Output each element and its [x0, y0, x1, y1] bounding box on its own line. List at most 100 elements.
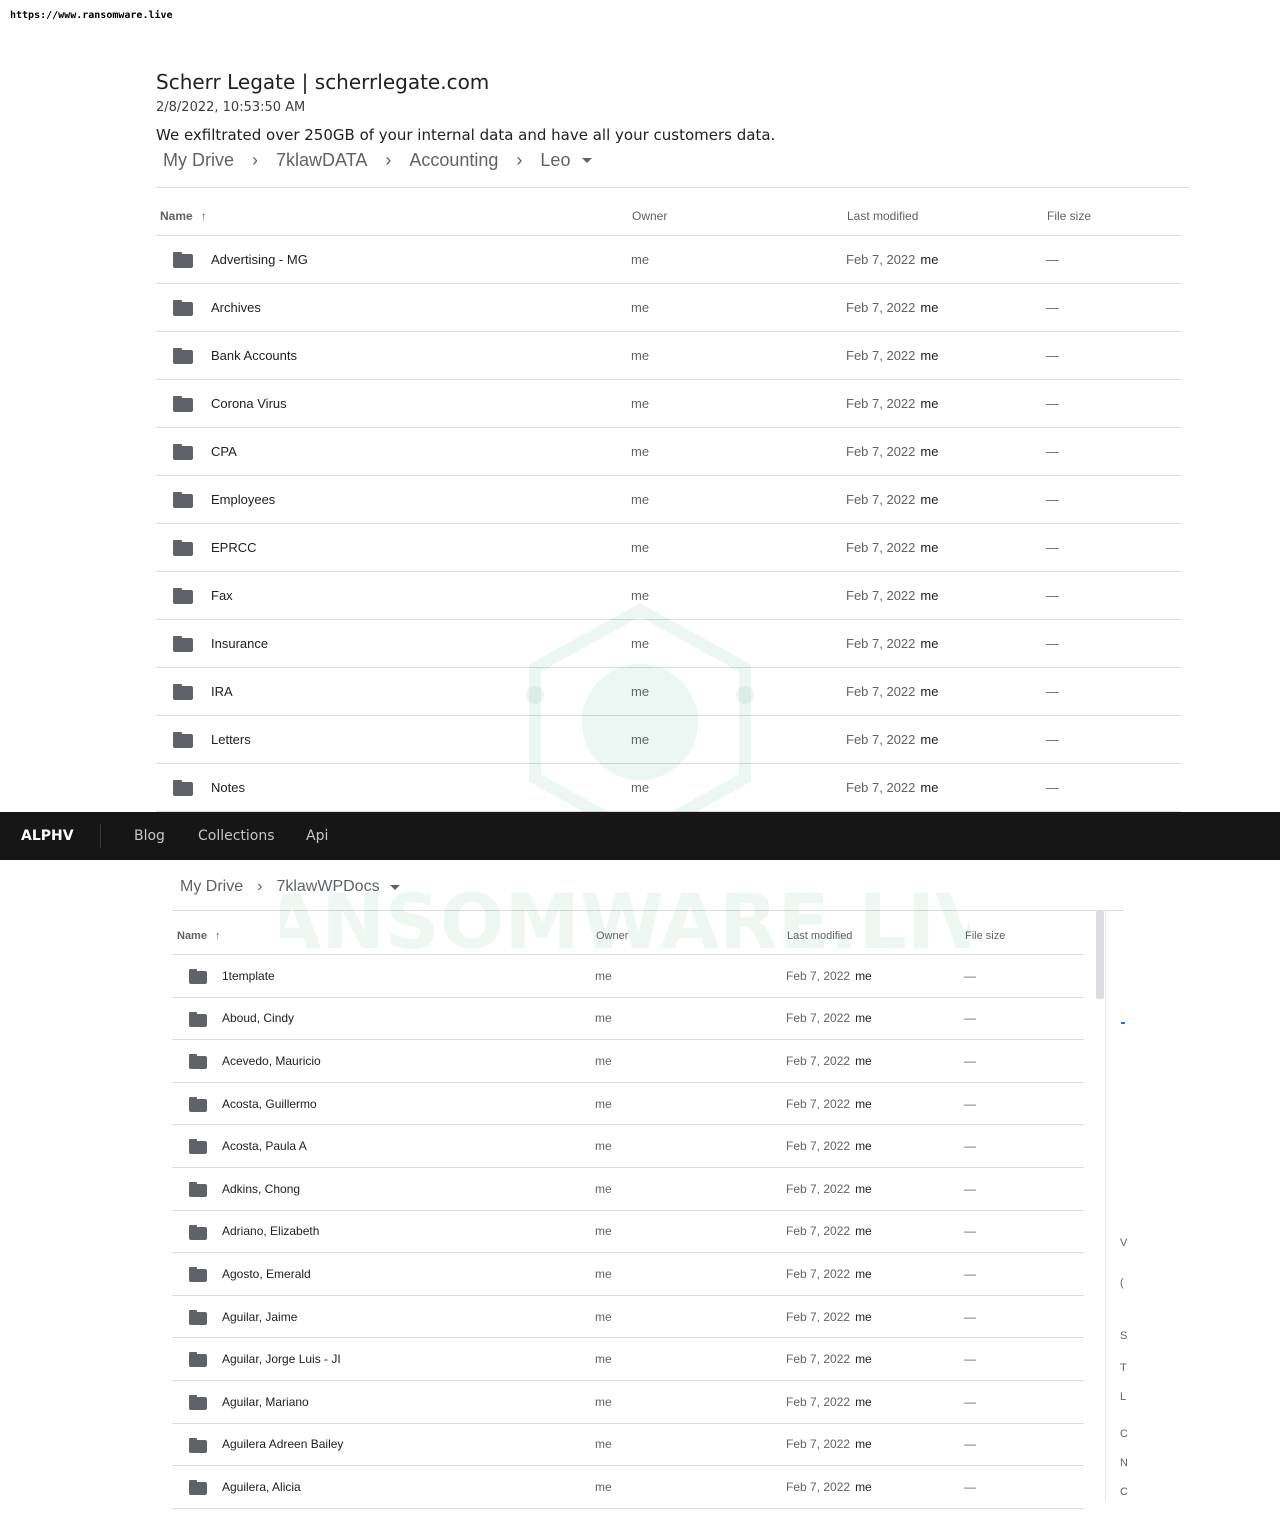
file-name[interactable]: Agosto, Emerald: [222, 1253, 311, 1295]
arrow-up-icon[interactable]: ↑: [201, 209, 207, 223]
table-row[interactable]: Acosta, Paula A me Feb 7, 2022 me —: [172, 1125, 1084, 1168]
modified-by: me: [920, 732, 939, 747]
file-size: —: [964, 1011, 976, 1026]
table-row[interactable]: Aguilar, Jaime me Feb 7, 2022 me —: [172, 1296, 1084, 1339]
breadcrumb-item-accounting[interactable]: Accounting: [409, 150, 498, 171]
table-row[interactable]: Bank Accounts me Feb 7, 2022 me —: [156, 332, 1181, 380]
breadcrumb-item-my-drive[interactable]: My Drive: [163, 150, 234, 171]
file-size: —: [964, 1181, 976, 1196]
table-row[interactable]: Corona Virus me Feb 7, 2022 me —: [156, 380, 1181, 428]
table-row[interactable]: EPRCC me Feb 7, 2022 me —: [156, 524, 1181, 572]
file-name[interactable]: Acosta, Paula A: [222, 1125, 307, 1167]
file-name[interactable]: Aguilera Adreen Bailey: [222, 1424, 343, 1466]
file-name[interactable]: Bank Accounts: [211, 332, 297, 379]
arrow-up-icon[interactable]: ↑: [215, 930, 221, 942]
table-row[interactable]: CPA me Feb 7, 2022 me —: [156, 428, 1181, 476]
table-row[interactable]: IRA me Feb 7, 2022 me —: [156, 668, 1181, 716]
file-name[interactable]: Archives: [211, 284, 261, 331]
table-row[interactable]: Advertising - MG me Feb 7, 2022 me —: [156, 236, 1181, 284]
modified-date: Feb 7, 2022: [846, 636, 916, 651]
file-owner: me: [595, 1139, 612, 1154]
table-row[interactable]: Aguilera, Alicia me Feb 7, 2022 me —: [172, 1466, 1084, 1509]
file-list-rows: Advertising - MG me Feb 7, 2022 me — Archives…: [156, 236, 1181, 812]
table-row[interactable]: Acosta, Guillermo me Feb 7, 2022 me —: [172, 1083, 1084, 1126]
table-row[interactable]: Aboud, Cindy me Feb 7, 2022 me —: [172, 998, 1084, 1041]
file-name[interactable]: Employees: [211, 476, 275, 523]
caret-down-icon[interactable]: [582, 158, 593, 163]
column-header-name[interactable]: Name ↑: [160, 209, 207, 223]
table-row[interactable]: Aguilar, Jorge Luis - JI me Feb 7, 2022 me —: [172, 1338, 1084, 1381]
list-header: Name ↑ Owner Last modified File size: [156, 196, 1181, 236]
file-last-modified: Feb 7, 2022 me: [786, 1466, 872, 1508]
modified-date: Feb 7, 2022: [786, 1394, 851, 1409]
file-name[interactable]: Adkins, Chong: [222, 1168, 300, 1210]
file-name[interactable]: Aboud, Cindy: [222, 998, 294, 1040]
brand-logo[interactable]: ALPHV: [21, 828, 74, 844]
table-row[interactable]: Adkins, Chong me Feb 7, 2022 me —: [172, 1168, 1084, 1211]
file-owner: me: [595, 1437, 612, 1452]
side-panel-text-fragment: N: [1120, 1457, 1128, 1469]
modified-date: Feb 7, 2022: [786, 1011, 851, 1026]
file-owner: me: [631, 780, 650, 795]
caret-down-icon[interactable]: [389, 884, 400, 890]
file-size: —: [964, 1139, 976, 1154]
breadcrumb-item-leo[interactable]: Leo: [540, 150, 570, 171]
table-row[interactable]: 1template me Feb 7, 2022 me —: [172, 955, 1084, 998]
modified-by: me: [920, 684, 939, 699]
scrollbar-thumb[interactable]: [1096, 911, 1104, 999]
file-name[interactable]: CPA: [211, 428, 237, 475]
file-owner: me: [631, 492, 650, 507]
table-row[interactable]: Adriano, Elizabeth me Feb 7, 2022 me —: [172, 1211, 1084, 1254]
file-name[interactable]: Fax: [211, 572, 233, 619]
file-name[interactable]: Letters: [211, 716, 251, 763]
file-last-modified: Feb 7, 2022 me: [846, 668, 938, 715]
modified-date: Feb 7, 2022: [786, 1266, 851, 1281]
modified-date: Feb 7, 2022: [786, 968, 851, 983]
file-name[interactable]: Aguilar, Mariano: [222, 1381, 309, 1423]
breadcrumb-item-7klawwpdocs[interactable]: 7klawWPDocs: [276, 878, 379, 896]
modified-by: me: [855, 1309, 872, 1324]
modified-by: me: [855, 1479, 872, 1494]
table-row[interactable]: Insurance me Feb 7, 2022 me —: [156, 620, 1181, 668]
table-row[interactable]: Aguilera Adreen Bailey me Feb 7, 2022 me —: [172, 1424, 1084, 1467]
modified-date: Feb 7, 2022: [846, 540, 916, 555]
table-row[interactable]: Acevedo, Mauricio me Feb 7, 2022 me —: [172, 1040, 1084, 1083]
file-name[interactable]: Insurance: [211, 620, 268, 667]
file-name[interactable]: Notes: [211, 764, 245, 811]
modified-date: Feb 7, 2022: [846, 684, 916, 699]
file-size: —: [964, 1096, 976, 1111]
breadcrumb-item-7klawdata[interactable]: 7klawDATA: [276, 150, 367, 171]
file-name[interactable]: EPRCC: [211, 524, 257, 571]
column-header-owner: Owner: [632, 209, 668, 223]
modified-by: me: [855, 1352, 872, 1367]
file-name[interactable]: Aguilar, Jorge Luis - JI: [222, 1338, 341, 1380]
table-row[interactable]: Letters me Feb 7, 2022 me —: [156, 716, 1181, 764]
file-name[interactable]: Adriano, Elizabeth: [222, 1211, 319, 1253]
file-last-modified: Feb 7, 2022 me: [846, 380, 938, 427]
folder-icon: [189, 1011, 207, 1027]
file-name[interactable]: Acevedo, Mauricio: [222, 1040, 321, 1082]
modified-date: Feb 7, 2022: [846, 588, 916, 603]
file-name[interactable]: Aguilar, Jaime: [222, 1296, 297, 1338]
column-header-last-modified[interactable]: Last modified: [847, 209, 918, 223]
table-row[interactable]: Fax me Feb 7, 2022 me —: [156, 572, 1181, 620]
nav-link-api[interactable]: Api: [306, 828, 328, 844]
column-header-last-modified[interactable]: Last modified: [787, 930, 852, 942]
nav-link-collections[interactable]: Collections: [198, 828, 275, 844]
file-name[interactable]: Aguilera, Alicia: [222, 1466, 301, 1508]
table-row[interactable]: Agosto, Emerald me Feb 7, 2022 me —: [172, 1253, 1084, 1296]
folder-icon: [189, 969, 207, 984]
file-name[interactable]: Acosta, Guillermo: [222, 1083, 317, 1125]
table-row[interactable]: Notes me Feb 7, 2022 me —: [156, 764, 1181, 812]
file-name[interactable]: 1template: [222, 955, 275, 997]
breadcrumb-item-my-drive[interactable]: My Drive: [180, 878, 243, 896]
file-name[interactable]: IRA: [211, 668, 233, 715]
file-name[interactable]: Advertising - MG: [211, 236, 308, 283]
table-row[interactable]: Employees me Feb 7, 2022 me —: [156, 476, 1181, 524]
table-row[interactable]: Archives me Feb 7, 2022 me —: [156, 284, 1181, 332]
file-last-modified: Feb 7, 2022 me: [786, 998, 872, 1040]
table-row[interactable]: Aguilar, Mariano me Feb 7, 2022 me —: [172, 1381, 1084, 1424]
file-name[interactable]: Corona Virus: [211, 380, 287, 427]
column-header-name[interactable]: Name ↑: [177, 930, 220, 942]
nav-link-blog[interactable]: Blog: [134, 828, 165, 844]
